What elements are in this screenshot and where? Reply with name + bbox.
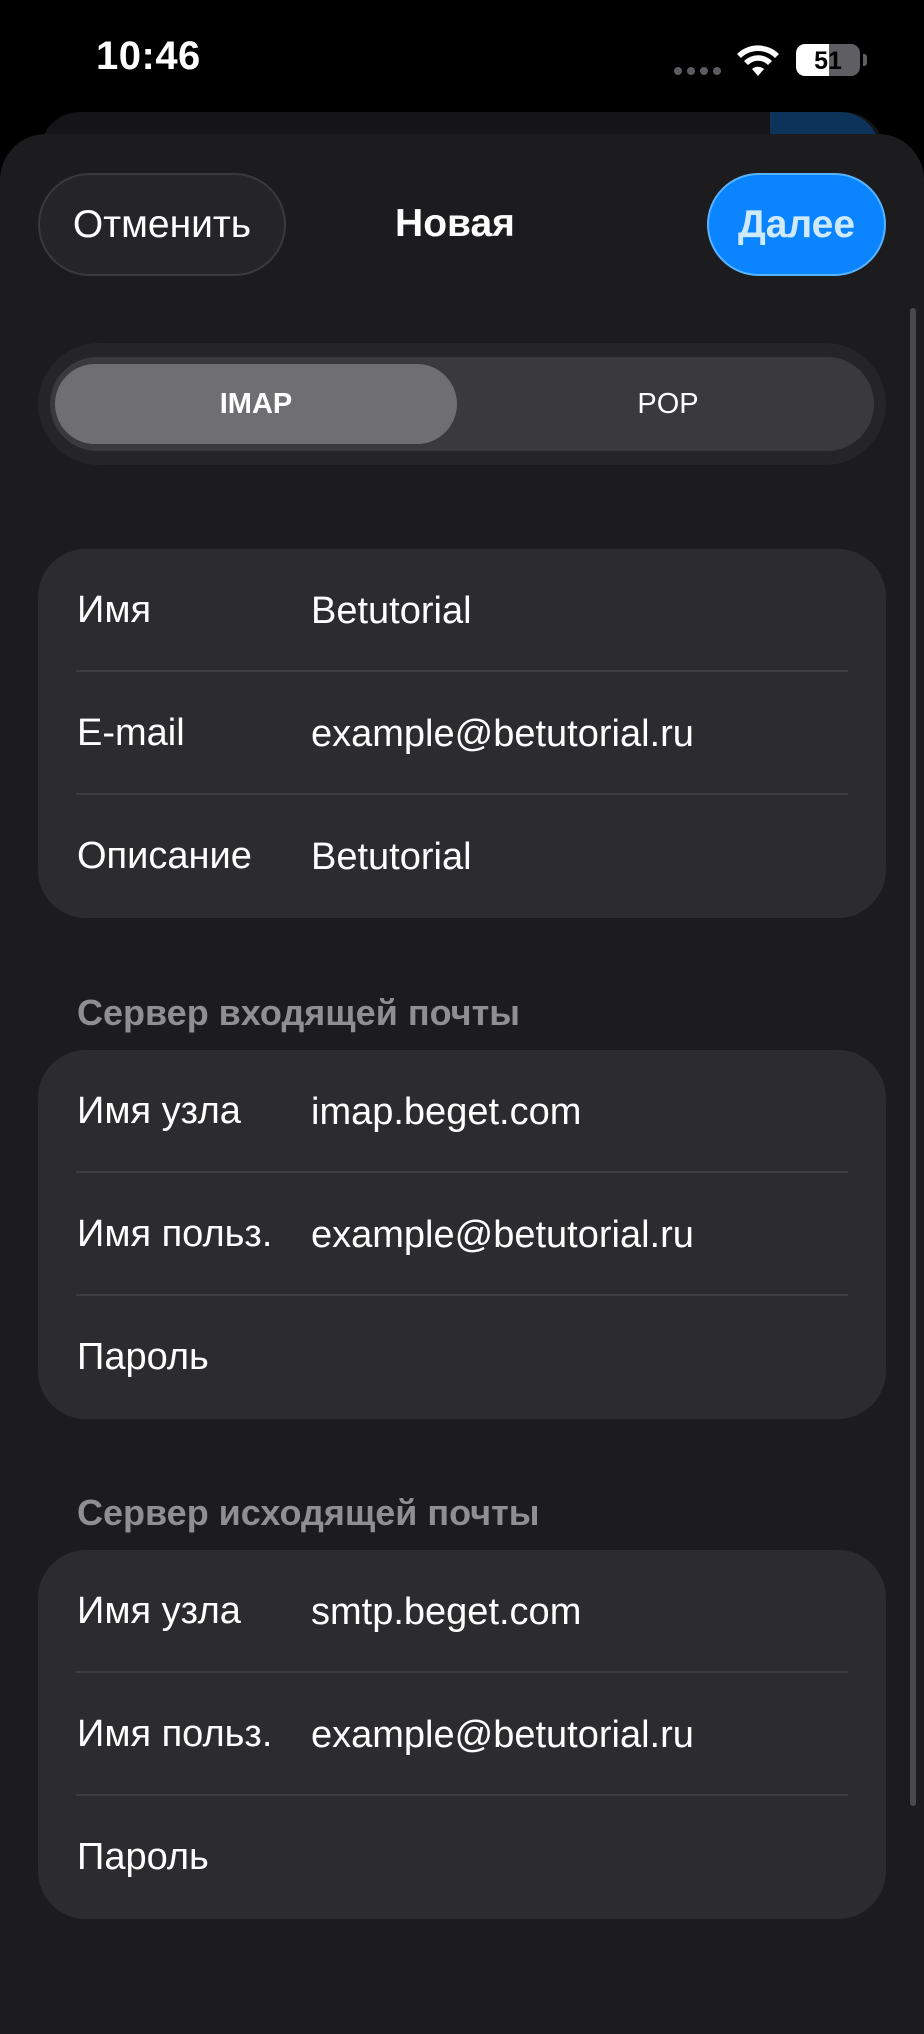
scrollbar[interactable] xyxy=(910,308,916,1806)
battery-tip xyxy=(863,54,867,66)
incoming-username-row[interactable]: Имя польз. example@betutorial.ru xyxy=(38,1173,886,1296)
wifi-icon xyxy=(737,45,779,76)
email-field[interactable]: example@betutorial.ru xyxy=(311,672,694,795)
outgoing-server-header: Сервер исходящей почты xyxy=(77,1492,540,1533)
outgoing-username-field[interactable]: example@betutorial.ru xyxy=(311,1673,694,1796)
battery-icon: 51 xyxy=(796,44,860,76)
name-row[interactable]: Имя Betutorial xyxy=(38,549,886,672)
email-label: E-mail xyxy=(77,712,185,754)
email-row[interactable]: E-mail example@betutorial.ru xyxy=(38,672,886,795)
incoming-username-field[interactable]: example@betutorial.ru xyxy=(311,1173,694,1296)
outgoing-server-group: Имя узла smtp.beget.com Имя польз. examp… xyxy=(38,1550,886,1919)
incoming-server-group: Имя узла imap.beget.com Имя польз. examp… xyxy=(38,1050,886,1419)
outgoing-password-row[interactable]: Пароль xyxy=(38,1796,886,1919)
battery-percent: 51 xyxy=(814,47,842,75)
incoming-server-header: Сервер входящей почты xyxy=(77,992,520,1033)
outgoing-host-row[interactable]: Имя узла smtp.beget.com xyxy=(38,1550,886,1673)
incoming-host-label: Имя узла xyxy=(77,1090,241,1132)
description-row[interactable]: Описание Betutorial xyxy=(38,795,886,918)
segment-imap[interactable]: IMAP xyxy=(55,364,457,444)
outgoing-host-label: Имя узла xyxy=(77,1590,241,1632)
description-label: Описание xyxy=(77,835,252,877)
incoming-username-label: Имя польз. xyxy=(77,1213,273,1255)
outgoing-username-row[interactable]: Имя польз. example@betutorial.ru xyxy=(38,1673,886,1796)
segment-pop[interactable]: POP xyxy=(466,364,870,444)
next-button[interactable]: Далее xyxy=(707,173,886,276)
name-field[interactable]: Betutorial xyxy=(311,549,472,672)
description-field[interactable]: Betutorial xyxy=(311,795,472,918)
cellular-signal-icon xyxy=(674,67,721,75)
outgoing-host-field[interactable]: smtp.beget.com xyxy=(311,1550,581,1673)
incoming-host-row[interactable]: Имя узла imap.beget.com xyxy=(38,1050,886,1173)
incoming-host-field[interactable]: imap.beget.com xyxy=(311,1050,581,1173)
incoming-password-row[interactable]: Пароль xyxy=(38,1296,886,1419)
incoming-password-label: Пароль xyxy=(77,1336,209,1378)
outgoing-password-label: Пароль xyxy=(77,1836,209,1878)
name-label: Имя xyxy=(77,589,152,631)
status-time: 10:46 xyxy=(96,34,201,78)
outgoing-username-label: Имя польз. xyxy=(77,1713,273,1755)
account-info-group: Имя Betutorial E-mail example@betutorial… xyxy=(38,549,886,918)
